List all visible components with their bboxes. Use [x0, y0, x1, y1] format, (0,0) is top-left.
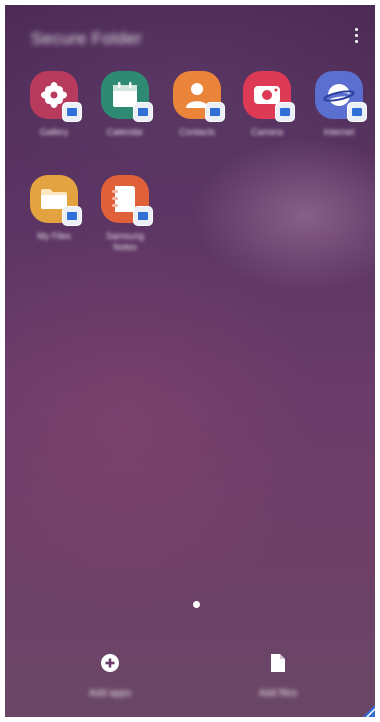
app-label: Gallery [39, 127, 69, 137]
page-title: Secure Folder [31, 29, 142, 48]
app-label: Internet [323, 127, 355, 137]
file-icon [271, 654, 285, 672]
more-options-button[interactable] [351, 27, 361, 47]
app-label: Calendar [106, 127, 144, 137]
add-apps-label: Add apps [88, 688, 132, 699]
internet-icon [315, 71, 367, 122]
contacts-icon [173, 71, 225, 122]
app-label: Contacts [179, 127, 215, 137]
app-label: My Files [37, 231, 71, 241]
secure-badge-icon [62, 102, 82, 122]
secure-badge-icon [347, 102, 367, 122]
app-camera[interactable]: Camera [235, 71, 299, 138]
gallery-icon [30, 71, 82, 122]
notes-icon [101, 175, 153, 226]
app-contacts[interactable]: Contacts [165, 71, 229, 138]
add-apps-button[interactable]: Add apps [65, 653, 155, 699]
secure-badge-icon [205, 102, 225, 122]
add-icon [101, 654, 119, 672]
page-indicator [193, 601, 200, 608]
calendar-icon [101, 71, 153, 122]
secure-badge-icon [62, 206, 82, 226]
more-options-icon [354, 28, 358, 31]
secure-folder-screen: Secure Folder Gallery Calendar Contacts … [5, 5, 375, 717]
camera-icon [243, 71, 295, 122]
corner-edge-icon [363, 705, 375, 717]
secure-badge-icon [133, 206, 153, 226]
app-internet[interactable]: Internet [307, 71, 371, 138]
add-files-label: Add files [258, 688, 298, 699]
app-my-files[interactable]: My Files [22, 175, 86, 242]
folder-icon [30, 175, 82, 226]
app-samsung-notes[interactable]: Samsung Notes [93, 175, 157, 253]
app-calendar[interactable]: Calendar [93, 71, 157, 138]
secure-badge-icon [275, 102, 295, 122]
app-gallery[interactable]: Gallery [22, 71, 86, 138]
app-label: Camera [250, 127, 283, 137]
add-files-button[interactable]: Add files [233, 653, 323, 699]
app-label: Samsung Notes [105, 231, 145, 252]
secure-badge-icon [133, 102, 153, 122]
